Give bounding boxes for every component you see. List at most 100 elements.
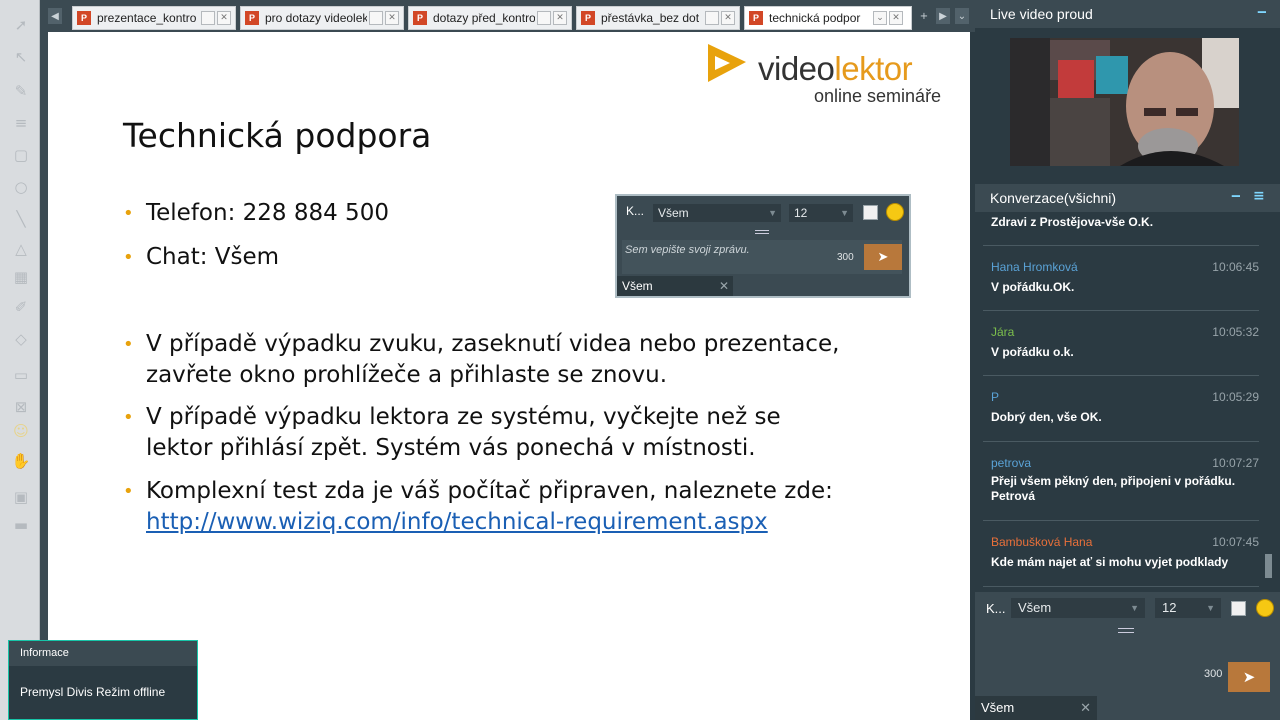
live-video-feed — [1010, 38, 1239, 166]
recipient-label: K... — [986, 601, 1006, 616]
powerpoint-icon: P — [77, 11, 91, 25]
tab-prezentace[interactable]: P prezentace_kontro ✕ — [72, 6, 236, 30]
message-time: 10:06:45 — [1212, 260, 1259, 274]
send-button[interactable]: ➤ — [1228, 662, 1270, 692]
tab-label: technická podpor — [769, 11, 861, 25]
bold-checkbox[interactable] — [1231, 601, 1246, 616]
info-panel: Informace Premysl Divis Režim offline — [8, 640, 198, 720]
message-text: Dobrý den, vše OK. — [991, 410, 1102, 424]
smiley-tool-icon[interactable]: ☺ — [10, 420, 32, 442]
right-panel: Live video proud ‒ Konverzace(všichni) ‒… — [975, 0, 1280, 720]
bullet-system-test: • Komplexní test zda je váš počítač přip… — [123, 476, 843, 538]
close-icon[interactable]: ✕ — [721, 11, 735, 25]
powerpoint-icon: P — [581, 11, 595, 25]
clear-tool-icon[interactable]: ⊠ — [10, 396, 32, 418]
image-tool-icon[interactable]: ▣ — [10, 486, 32, 508]
message-text: Přeji všem pěkný den, připojeni v pořádk… — [991, 474, 1236, 503]
tab-pro-dotazy[interactable]: P pro dotazy videolek ✕ — [240, 6, 404, 30]
bullet-icon: • — [123, 203, 134, 224]
pointer-tool-icon[interactable]: ➚ — [10, 14, 32, 36]
close-icon: ✕ — [718, 279, 729, 293]
highlighter-tool-icon[interactable]: ✐ — [10, 296, 32, 318]
tab-menu-icon[interactable] — [201, 11, 215, 25]
bullet-audio-failure: • V případě výpadku zvuku, zaseknutí vid… — [123, 329, 843, 391]
logo-accent: lektor — [834, 50, 913, 87]
message-sender: Hana Hromková — [991, 260, 1078, 274]
tab-dotazy-pred[interactable]: P dotazy před_kontro ✕ — [408, 6, 572, 30]
tab-label: přestávka_bez dot — [601, 11, 700, 25]
powerpoint-icon: P — [245, 11, 259, 25]
drawing-toolbar: ➚ ↖ ✎ ≡ ▢ ○ ╲ △ ▦ ✐ ◇ ▭ ⊠ ☺ ✋ ▣ ▬ — [0, 0, 40, 720]
bullet-phone: • Telefon: 228 884 500 — [123, 198, 389, 229]
tab-label: dotazy před_kontro — [433, 11, 535, 25]
close-icon[interactable]: ✕ — [553, 11, 567, 25]
message-sender: Bambušková Hana — [991, 535, 1093, 549]
text-tool-icon[interactable]: ≡ — [10, 112, 32, 134]
info-status-text: Premysl Divis Režim offline — [20, 685, 166, 699]
chat-compose: K... Všem ▼ 12 ▼ 300 ➤ Všem ✕ — [975, 592, 1280, 720]
tab-technicka-podpora[interactable]: P technická podpor ⌄ ✕ — [744, 6, 912, 30]
grid-tool-icon[interactable]: ▦ — [10, 266, 32, 288]
eraser-tool-icon[interactable]: ◇ — [10, 328, 32, 350]
video-panel-header: Live video proud ‒ — [975, 0, 1280, 28]
ellipse-tool-icon[interactable]: ○ — [10, 176, 32, 198]
list-item: petrova 10:07:27 Přeji všem pěkný den, p… — [983, 442, 1259, 521]
chevron-down-icon: ▼ — [1130, 603, 1139, 613]
tab-prestavka[interactable]: P přestávka_bez dot ✕ — [576, 6, 740, 30]
chat-example-image: K... Všem ▼ 12 ▼ Sem vepište svoji zpráv… — [615, 194, 911, 298]
message-time: 10:05:29 — [1212, 390, 1259, 404]
bullet-text: Komplexní test zda je váš počítač připra… — [146, 478, 833, 504]
close-icon[interactable]: ✕ — [385, 11, 399, 25]
menu-icon[interactable]: ≡ — [1253, 188, 1265, 204]
tabs-next-icon[interactable]: ▶ — [936, 8, 950, 24]
tabs-menu-icon[interactable]: ⌄ — [955, 8, 969, 24]
tab-menu-icon[interactable] — [537, 11, 551, 25]
tab-menu-icon[interactable]: ⌄ — [873, 11, 887, 25]
list-item: P 10:05:29 Dobrý den, vše OK. — [983, 376, 1259, 442]
line-tool-icon[interactable]: ╲ — [10, 208, 32, 230]
list-item: Zdravi z Prostějova-vše O.K. — [983, 212, 1259, 246]
resize-handle-icon[interactable] — [1118, 628, 1134, 633]
message-time: 10:05:32 — [1212, 325, 1259, 339]
font-size-value: 12 — [794, 206, 808, 220]
bullet-text: Telefon: 228 884 500 — [146, 200, 389, 226]
resize-handle-icon — [755, 230, 769, 234]
color-tool-icon[interactable]: ▬ — [10, 514, 32, 536]
bullet-chat: • Chat: Všem — [123, 242, 279, 273]
chat-tab-label: Všem — [622, 279, 653, 293]
minimize-icon[interactable]: ‒ — [1231, 188, 1241, 204]
close-icon[interactable]: ✕ — [889, 11, 903, 25]
tabs-prev-icon[interactable]: ◀ — [48, 8, 62, 24]
bullet-lecturer-failure: • V případě výpadku lektora ze systému, … — [123, 402, 843, 464]
chevron-down-icon: ▼ — [840, 208, 849, 218]
rectangle-tool-icon[interactable]: ▢ — [10, 144, 32, 166]
hand-tool-icon[interactable]: ✋ — [10, 450, 32, 472]
message-sender: petrova — [991, 456, 1032, 470]
tab-label: prezentace_kontro — [97, 11, 197, 25]
scrollbar-thumb[interactable] — [1265, 554, 1272, 578]
chat-tab-vsem[interactable]: Všem ✕ — [975, 696, 1097, 720]
close-icon[interactable]: ✕ — [217, 11, 231, 25]
info-heading: Informace — [9, 641, 197, 666]
select-tool-icon[interactable]: ↖ — [10, 46, 32, 68]
technical-requirements-link[interactable]: http://www.wiziq.com/info/technical-requ… — [146, 509, 768, 535]
chevron-down-icon: ▼ — [1206, 603, 1215, 613]
video-panel-title: Live video proud — [990, 6, 1093, 22]
tab-menu-icon[interactable] — [705, 11, 719, 25]
minimize-icon[interactable]: ‒ — [1257, 4, 1267, 20]
message-sender: Jára — [991, 325, 1015, 339]
presentation-slide: videolektor online semináře Technická po… — [48, 32, 970, 720]
emoji-icon[interactable] — [1256, 599, 1274, 617]
presentation-tab-bar: ◀ P prezentace_kontro ✕ P pro dotazy vid… — [40, 0, 975, 32]
font-size-select[interactable]: 12 ▼ — [1155, 598, 1221, 618]
screen-tool-icon[interactable]: ▭ — [10, 364, 32, 386]
pen-tool-icon[interactable]: ✎ — [10, 80, 32, 102]
chat-scrollbar[interactable] — [1265, 212, 1272, 590]
triangle-tool-icon[interactable]: △ — [10, 238, 32, 260]
recipient-select[interactable]: Všem ▼ — [1011, 598, 1145, 618]
add-tab-icon[interactable]: + — [917, 8, 931, 24]
tab-menu-icon[interactable] — [369, 11, 383, 25]
send-icon: ➤ — [864, 244, 902, 270]
message-placeholder: Sem vepište svoji zprávu. — [625, 244, 750, 256]
close-icon[interactable]: ✕ — [1080, 696, 1091, 720]
